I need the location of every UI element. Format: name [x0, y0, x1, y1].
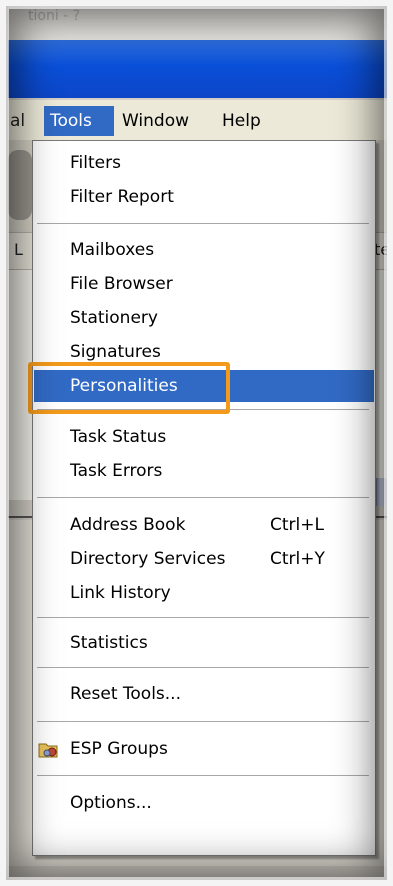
menu-item-label: Filters — [70, 153, 121, 173]
menu-item-shortcut: Ctrl+L — [270, 515, 324, 535]
menu-item-shortcut: Ctrl+Y — [270, 549, 325, 569]
menu-separator — [37, 721, 369, 723]
menu-cut-off-item[interactable]: al — [8, 106, 27, 136]
menu-item-label: File Browser — [70, 274, 173, 294]
menu-tools[interactable]: Tools — [44, 106, 114, 136]
menu-item-filter-report[interactable]: Filter Report — [34, 181, 374, 213]
background-toolbar-button — [8, 150, 32, 220]
menu-item-label: Link History — [70, 583, 171, 603]
menu-item-reset-tools[interactable]: Reset Tools... — [34, 678, 374, 710]
menu-item-label: Task Errors — [70, 461, 163, 481]
menu-item-address-book[interactable]: Address Book Ctrl+L — [34, 509, 374, 541]
menu-item-esp-groups[interactable]: ESP Groups — [34, 733, 374, 765]
menu-item-label: Address Book — [70, 515, 186, 535]
menu-item-label: Mailboxes — [70, 240, 155, 260]
menu-window[interactable]: Window — [116, 106, 195, 136]
menu-item-label: Options... — [70, 793, 152, 813]
menu-item-label: Filter Report — [70, 187, 174, 207]
menu-item-task-status[interactable]: Task Status — [34, 421, 374, 453]
menu-item-file-browser[interactable]: File Browser — [34, 268, 374, 300]
screenshot-frame: tioni - ? al Tools Window Help L te Filt… — [0, 0, 393, 886]
menu-item-mailboxes[interactable]: Mailboxes — [34, 234, 374, 266]
menu-separator — [37, 617, 369, 619]
menu-separator — [37, 775, 369, 777]
menu-separator — [37, 497, 369, 499]
menu-item-options[interactable]: Options... — [34, 787, 374, 819]
menu-item-stationery[interactable]: Stationery — [34, 302, 374, 334]
ghost-window-title: tioni - ? — [28, 8, 81, 24]
menu-help[interactable]: Help — [216, 106, 267, 136]
menu-item-link-history[interactable]: Link History — [34, 577, 374, 609]
background-strip-label-left: L — [14, 240, 23, 259]
menu-separator — [37, 667, 369, 669]
menu-item-statistics[interactable]: Statistics — [34, 627, 374, 659]
background-strip-label-right: te — [374, 240, 391, 259]
menu-item-task-errors[interactable]: Task Errors — [34, 455, 374, 487]
menu-item-label: ESP Groups — [70, 739, 168, 759]
tools-dropdown-menu: Filters Filter Report Mailboxes File Bro… — [32, 140, 376, 856]
menu-item-label: Task Status — [70, 427, 167, 447]
title-bar — [8, 40, 388, 98]
menu-item-label: Directory Services — [70, 549, 226, 569]
menu-item-directory-services[interactable]: Directory Services Ctrl+Y — [34, 543, 374, 575]
menu-item-label: Stationery — [70, 308, 158, 328]
highlight-callout-box — [28, 362, 230, 414]
background-scrollbar-thumb[interactable] — [376, 478, 389, 506]
menu-item-filters[interactable]: Filters — [34, 147, 374, 179]
menu-item-label: Statistics — [70, 633, 148, 653]
menu-separator — [37, 223, 369, 225]
menu-bar: al Tools Window Help — [8, 100, 388, 141]
menu-item-label: Reset Tools... — [70, 684, 181, 704]
esp-groups-icon — [38, 743, 58, 758]
